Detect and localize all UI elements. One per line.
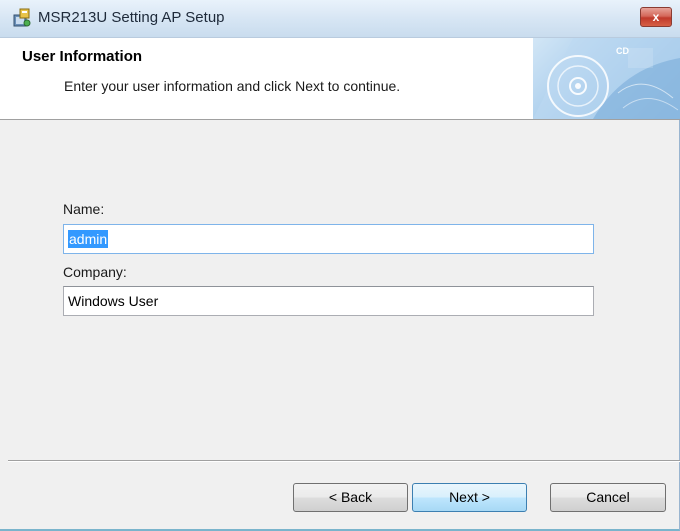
window-title: MSR213U Setting AP Setup <box>38 9 225 26</box>
close-icon: x <box>652 10 660 24</box>
name-input[interactable]: admin <box>63 224 594 254</box>
company-label: Company: <box>63 264 127 280</box>
cancel-button[interactable]: Cancel <box>550 483 666 512</box>
title-bar[interactable]: MSR213U Setting AP Setup x <box>0 0 680 38</box>
installer-icon <box>12 8 32 28</box>
cd-banner-image: CD <box>533 38 680 119</box>
page-subtitle: Enter your user information and click Ne… <box>64 78 401 94</box>
banner-cd-label: CD <box>616 46 629 56</box>
setup-window: MSR213U Setting AP Setup x User Informat… <box>0 0 680 531</box>
next-button[interactable]: Next > <box>412 483 527 512</box>
back-button[interactable]: < Back <box>293 483 408 512</box>
company-input[interactable]: Windows User <box>63 286 594 316</box>
footer-divider <box>8 460 680 462</box>
name-label: Name: <box>63 201 105 217</box>
close-button[interactable]: x <box>640 7 672 27</box>
wizard-header: User Information Enter your user informa… <box>0 38 680 120</box>
page-title: User Information <box>22 48 143 65</box>
company-input-value: Windows User <box>68 293 159 309</box>
name-input-value: admin <box>68 230 109 248</box>
